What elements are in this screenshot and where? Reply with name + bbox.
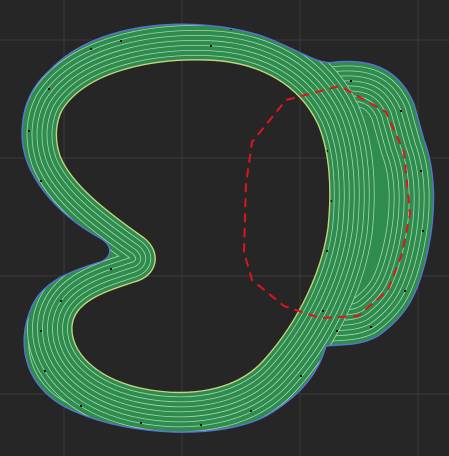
seam-dot bbox=[120, 40, 122, 42]
seam-dot bbox=[350, 80, 352, 82]
seam-dot bbox=[40, 330, 42, 332]
seam-dot bbox=[44, 370, 46, 372]
seam-dot bbox=[404, 290, 406, 292]
seam-dot bbox=[28, 130, 30, 132]
slicer-viewport[interactable] bbox=[0, 0, 449, 456]
preview-canvas[interactable] bbox=[0, 0, 449, 456]
seam-dot bbox=[250, 410, 252, 412]
seam-dot bbox=[140, 422, 142, 424]
seam-dot bbox=[110, 268, 112, 270]
seam-dot bbox=[300, 375, 302, 377]
seam-dot bbox=[80, 405, 82, 407]
seam-dot bbox=[370, 326, 372, 328]
seam-dot bbox=[336, 330, 338, 332]
seam-dot bbox=[422, 230, 424, 232]
seam-dot bbox=[40, 180, 42, 182]
seam-dot bbox=[90, 48, 92, 50]
seam-dot bbox=[48, 88, 50, 90]
seam-dot bbox=[420, 170, 422, 172]
seam-dot bbox=[210, 45, 212, 47]
seam-dot bbox=[326, 250, 328, 252]
toolpath-ring bbox=[21, 23, 435, 433]
seam-dot bbox=[322, 310, 324, 312]
seam-dot bbox=[70, 220, 72, 222]
seam-dot bbox=[400, 110, 402, 112]
seam-dot bbox=[60, 300, 62, 302]
seam-dot bbox=[200, 424, 202, 426]
